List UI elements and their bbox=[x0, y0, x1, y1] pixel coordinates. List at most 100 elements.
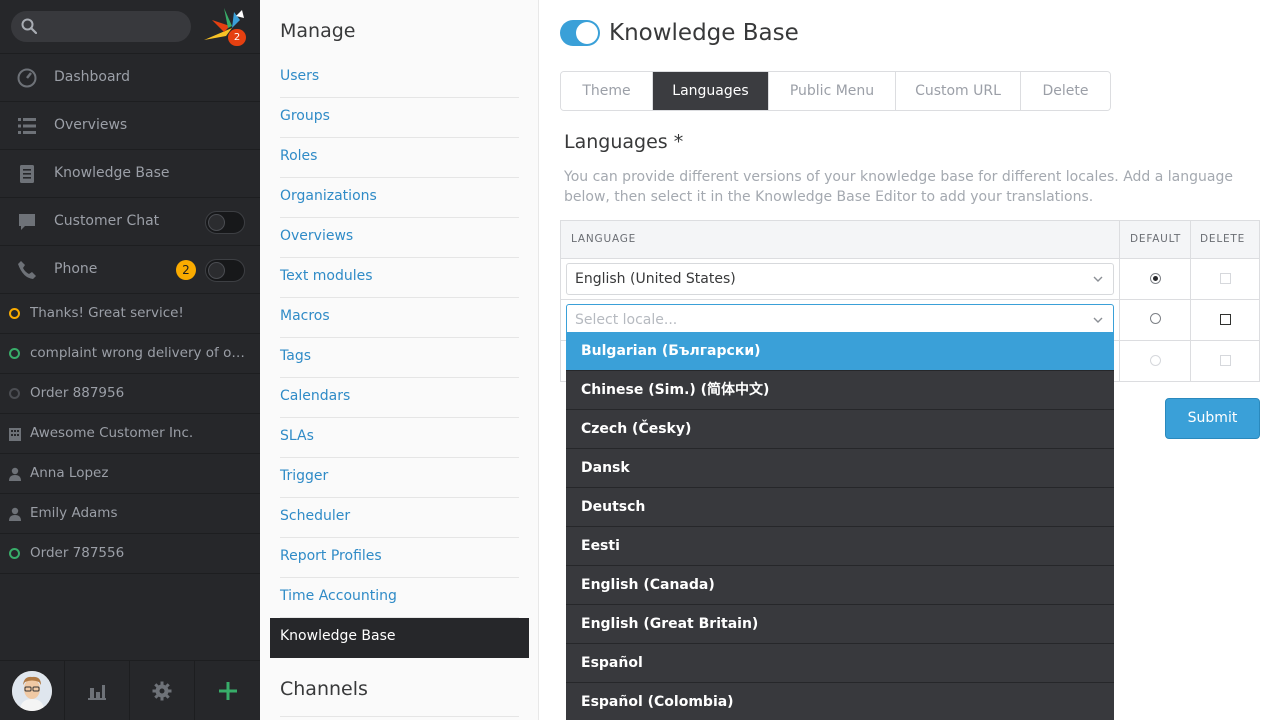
locale-option[interactable]: Dansk bbox=[566, 449, 1114, 488]
locale-option[interactable]: Español bbox=[566, 644, 1114, 683]
task-item[interactable]: complaint wrong delivery of ord... bbox=[0, 334, 260, 374]
locale-option[interactable]: English (Canada) bbox=[566, 566, 1114, 605]
task-label: Order 787556 bbox=[30, 545, 125, 561]
manage-link-groups[interactable]: Groups bbox=[280, 98, 519, 138]
manage-link-macros[interactable]: Macros bbox=[280, 298, 519, 338]
locale-option[interactable]: Eesti bbox=[566, 527, 1114, 566]
locale-option[interactable]: Español (Colombia) bbox=[566, 683, 1114, 720]
chevron-down-icon bbox=[1093, 317, 1103, 323]
delete-cell bbox=[1120, 259, 1259, 299]
nav-knowledge-base[interactable]: Knowledge Base bbox=[0, 150, 260, 198]
task-item[interactable]: Emily Adams bbox=[0, 494, 260, 534]
notification-badge[interactable]: 2 bbox=[228, 29, 246, 46]
locale-dropdown: Bulgarian (Български) Chinese (Sim.) (简体… bbox=[566, 332, 1114, 720]
task-label: Order 887956 bbox=[30, 385, 125, 401]
manage-sidebar: Manage Users Groups Roles Organizations … bbox=[260, 0, 539, 720]
main-navigation: 2 Dashboard Overviews Knowledge Base Cus… bbox=[0, 0, 260, 720]
language-select[interactable]: English (United States) bbox=[566, 263, 1114, 295]
manage-link-knowledge-base[interactable]: Knowledge Base bbox=[270, 618, 529, 658]
tab-languages[interactable]: Languages bbox=[653, 72, 769, 110]
table-row: English (United States) bbox=[561, 259, 1259, 300]
tab-custom-url[interactable]: Custom URL bbox=[896, 72, 1021, 110]
ticket-open-icon bbox=[9, 348, 21, 360]
delete-checkbox[interactable] bbox=[1220, 355, 1231, 366]
tab-public-menu[interactable]: Public Menu bbox=[769, 72, 896, 110]
plus-icon bbox=[219, 682, 237, 700]
bar-chart-icon bbox=[88, 685, 106, 700]
nav-phone[interactable]: Phone 2 bbox=[0, 246, 260, 294]
nav-overviews[interactable]: Overviews bbox=[0, 102, 260, 150]
ticket-open-icon bbox=[9, 548, 21, 560]
nav-customer-chat[interactable]: Customer Chat bbox=[0, 198, 260, 246]
search-icon bbox=[21, 18, 37, 34]
task-label: Anna Lopez bbox=[30, 465, 109, 481]
settings-button[interactable] bbox=[130, 661, 195, 720]
toggle-knob bbox=[576, 22, 598, 44]
phone-count-badge: 2 bbox=[176, 260, 196, 280]
chat-icon bbox=[19, 214, 35, 230]
tab-theme[interactable]: Theme bbox=[561, 72, 653, 110]
knowledge-base-icon bbox=[20, 165, 34, 183]
channels-title: Channels bbox=[280, 678, 368, 700]
toggle-knob bbox=[208, 214, 225, 231]
nav-label: Knowledge Base bbox=[54, 165, 170, 181]
reports-button[interactable] bbox=[65, 661, 130, 720]
task-item[interactable]: Order 887956 bbox=[0, 374, 260, 414]
submit-button[interactable]: Submit bbox=[1165, 398, 1260, 439]
user-icon bbox=[9, 467, 21, 481]
gear-icon bbox=[152, 681, 172, 701]
chevron-down-icon bbox=[1093, 276, 1103, 282]
locale-option[interactable]: Czech (Česky) bbox=[566, 410, 1114, 449]
manage-link-users[interactable]: Users bbox=[280, 58, 519, 98]
tab-delete[interactable]: Delete bbox=[1021, 72, 1110, 110]
nav-label: Customer Chat bbox=[54, 213, 160, 229]
ticket-closed-icon bbox=[9, 388, 21, 400]
organization-icon bbox=[9, 428, 21, 441]
task-label: Awesome Customer Inc. bbox=[30, 425, 194, 441]
manage-link-time-accounting[interactable]: Time Accounting bbox=[280, 578, 519, 618]
column-header-language: LANGUAGE bbox=[571, 233, 637, 245]
page-title: Knowledge Base bbox=[609, 20, 799, 46]
task-item[interactable]: Thanks! Great service! bbox=[0, 294, 260, 334]
divider bbox=[280, 716, 519, 717]
phone-toggle[interactable] bbox=[205, 259, 245, 282]
locale-select-placeholder: Select locale... bbox=[575, 312, 678, 328]
section-description: You can provide different versions of yo… bbox=[564, 169, 1233, 205]
search-input[interactable] bbox=[11, 11, 191, 42]
avatar[interactable] bbox=[12, 671, 52, 711]
new-item-button[interactable] bbox=[195, 661, 260, 720]
column-header-delete: DELETE bbox=[1200, 233, 1246, 245]
delete-checkbox[interactable] bbox=[1220, 314, 1231, 325]
locale-option[interactable]: Bulgarian (Български) bbox=[566, 332, 1114, 371]
manage-link-tags[interactable]: Tags bbox=[280, 338, 519, 378]
user-icon bbox=[9, 507, 21, 521]
manage-link-organizations[interactable]: Organizations bbox=[280, 178, 519, 218]
tab-bar: Theme Languages Public Menu Custom URL D… bbox=[560, 71, 1111, 111]
task-item[interactable]: Anna Lopez bbox=[0, 454, 260, 494]
manage-link-roles[interactable]: Roles bbox=[280, 138, 519, 178]
locale-option[interactable]: Chinese (Sim.) (简体中文) bbox=[566, 371, 1114, 410]
locale-option[interactable]: Deutsch bbox=[566, 488, 1114, 527]
manage-link-slas[interactable]: SLAs bbox=[280, 418, 519, 458]
task-label: Emily Adams bbox=[30, 505, 118, 521]
manage-link-calendars[interactable]: Calendars bbox=[280, 378, 519, 418]
section-title: Languages * bbox=[564, 131, 684, 153]
locale-option[interactable]: English (Great Britain) bbox=[566, 605, 1114, 644]
manage-link-text-modules[interactable]: Text modules bbox=[280, 258, 519, 298]
nav-dashboard[interactable]: Dashboard bbox=[0, 54, 260, 102]
manage-link-overviews[interactable]: Overviews bbox=[280, 218, 519, 258]
knowledge-base-toggle[interactable] bbox=[560, 20, 600, 46]
task-item[interactable]: Order 787556 bbox=[0, 534, 260, 574]
user-menu[interactable] bbox=[0, 661, 65, 720]
delete-cell bbox=[1120, 341, 1259, 381]
manage-link-scheduler[interactable]: Scheduler bbox=[280, 498, 519, 538]
toggle-knob bbox=[208, 262, 225, 279]
task-item[interactable]: Awesome Customer Inc. bbox=[0, 414, 260, 454]
task-label: Thanks! Great service! bbox=[30, 305, 184, 321]
chat-toggle[interactable] bbox=[205, 211, 245, 234]
manage-link-trigger[interactable]: Trigger bbox=[280, 458, 519, 498]
manage-link-report-profiles[interactable]: Report Profiles bbox=[280, 538, 519, 578]
column-header-default: DEFAULT bbox=[1130, 233, 1182, 245]
delete-cell bbox=[1120, 300, 1259, 340]
delete-checkbox[interactable] bbox=[1220, 273, 1231, 284]
